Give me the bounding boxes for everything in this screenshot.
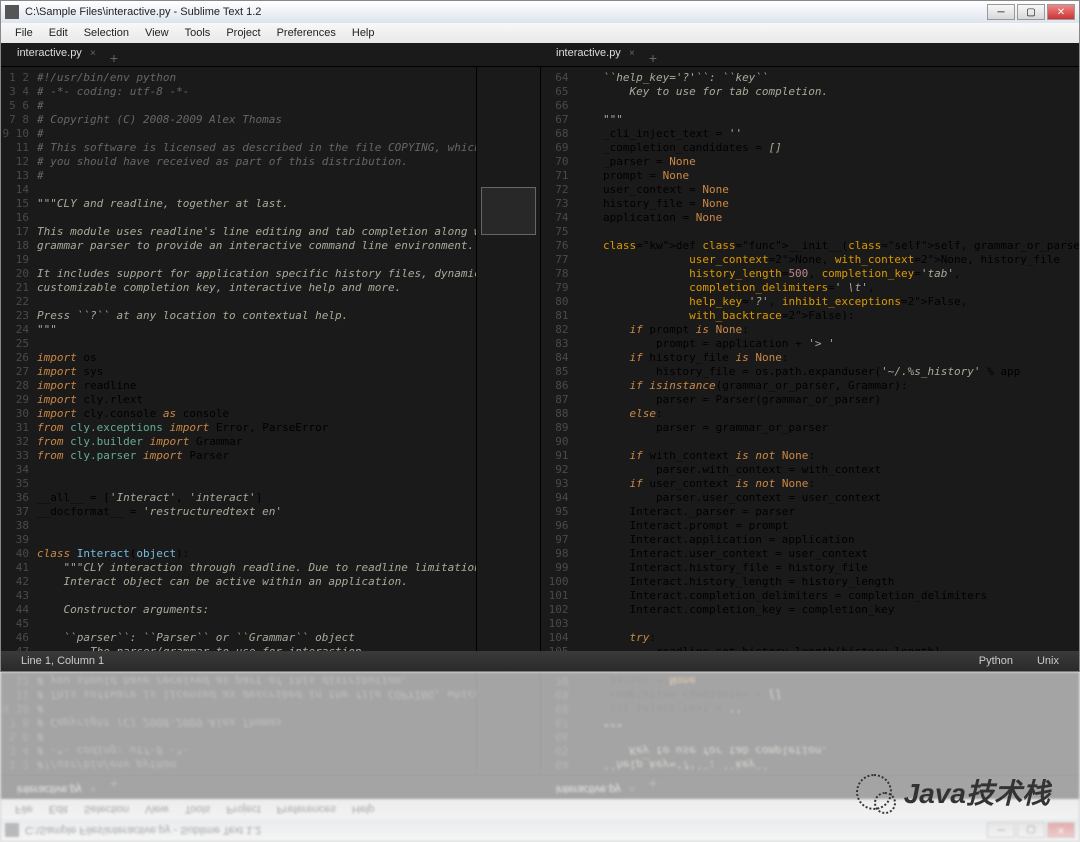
- tab-right-label: interactive.py: [556, 783, 621, 795]
- menu-edit[interactable]: Edit: [41, 803, 76, 815]
- code-right[interactable]: ``help_key='?'``: ``key`` Key to use for…: [577, 672, 1080, 775]
- tab-left-label: interactive.py: [17, 783, 82, 795]
- code-left[interactable]: #!/usr/bin/env python # -*- coding: utf-…: [37, 672, 476, 775]
- menu-edit[interactable]: Edit: [41, 27, 76, 39]
- tab-add-right[interactable]: +: [641, 776, 665, 792]
- menu-tools[interactable]: Tools: [177, 803, 219, 815]
- left-pane: 1 2 3 4 5 6 7 8 9 10 11 12 13 14 15 16 1…: [1, 672, 541, 775]
- tab-left[interactable]: interactive.py ×: [5, 44, 102, 66]
- wechat-icon: [856, 774, 892, 810]
- code-right[interactable]: ``help_key='?'``: ``key`` Key to use for…: [577, 67, 1080, 651]
- menu-preferences[interactable]: Preferences: [269, 27, 344, 39]
- window-title: C:\Sample Files\interactive.py - Sublime…: [25, 6, 987, 18]
- tab-add-left[interactable]: +: [102, 50, 126, 66]
- status-syntax[interactable]: Python: [967, 655, 1025, 667]
- menu-view[interactable]: View: [137, 803, 177, 815]
- menubar: File Edit Selection View Tools Project P…: [1, 23, 1079, 43]
- minimize-button[interactable]: ─: [987, 822, 1015, 838]
- app-icon: [5, 823, 19, 837]
- menu-preferences[interactable]: Preferences: [269, 803, 344, 815]
- menu-help[interactable]: Help: [344, 27, 383, 39]
- status-cursor[interactable]: Line 1, Column 1: [9, 655, 967, 667]
- editor-area: 1 2 3 4 5 6 7 8 9 10 11 12 13 14 15 16 1…: [1, 672, 1079, 775]
- close-button[interactable]: ✕: [1047, 4, 1075, 20]
- tab-close-icon[interactable]: ×: [629, 48, 635, 59]
- app-icon: [5, 5, 19, 19]
- tab-right-label: interactive.py: [556, 47, 621, 59]
- minimap-left[interactable]: [476, 67, 540, 651]
- menu-project[interactable]: Project: [218, 803, 268, 815]
- editor-area: 1 2 3 4 5 6 7 8 9 10 11 12 13 14 15 16 1…: [1, 67, 1079, 651]
- reflection: C:\Sample Files\interactive.py - Sublime…: [0, 672, 1080, 842]
- window-controls: ─ ▢ ✕: [987, 822, 1075, 838]
- tab-add-left[interactable]: +: [102, 776, 126, 792]
- gutter-left: 1 2 3 4 5 6 7 8 9 10 11 12 13 14 15 16 1…: [1, 672, 37, 775]
- watermark: Java技术栈: [856, 772, 1050, 812]
- gutter-left: 1 2 3 4 5 6 7 8 9 10 11 12 13 14 15 16 1…: [1, 67, 37, 651]
- menu-project[interactable]: Project: [218, 27, 268, 39]
- menu-file[interactable]: File: [7, 27, 41, 39]
- tab-add-right[interactable]: +: [641, 50, 665, 66]
- window-controls: ─ ▢ ✕: [987, 4, 1075, 20]
- menu-view[interactable]: View: [137, 27, 177, 39]
- code-left[interactable]: #!/usr/bin/env python # -*- coding: utf-…: [37, 67, 476, 651]
- right-pane: 64 65 66 67 68 69 70 71 72 73 74 75 76 7…: [541, 67, 1080, 651]
- menu-file[interactable]: File: [7, 803, 41, 815]
- tab-bar: interactive.py × + interactive.py × +: [1, 43, 1079, 67]
- left-pane: 1 2 3 4 5 6 7 8 9 10 11 12 13 14 15 16 1…: [1, 67, 541, 651]
- tab-right[interactable]: interactive.py ×: [544, 776, 641, 798]
- sublime-window: C:\Sample Files\interactive.py - Sublime…: [0, 672, 1080, 842]
- menu-selection[interactable]: Selection: [76, 27, 137, 39]
- tab-close-icon[interactable]: ×: [90, 48, 96, 59]
- gutter-right: 64 65 66 67 68 69 70 71 72 73 74 75 76 7…: [541, 67, 577, 651]
- tab-left[interactable]: interactive.py ×: [5, 776, 102, 798]
- watermark-text: Java技术栈: [904, 772, 1050, 812]
- right-pane: 64 65 66 67 68 69 70 71 72 73 74 75 76 7…: [541, 672, 1080, 775]
- menu-help[interactable]: Help: [344, 803, 383, 815]
- maximize-button[interactable]: ▢: [1017, 822, 1045, 838]
- tab-close-icon[interactable]: ×: [90, 783, 96, 794]
- sublime-window: C:\Sample Files\interactive.py - Sublime…: [0, 0, 1080, 672]
- window-title: C:\Sample Files\interactive.py - Sublime…: [25, 824, 987, 836]
- tab-right[interactable]: interactive.py ×: [544, 44, 641, 66]
- menu-tools[interactable]: Tools: [177, 27, 219, 39]
- status-lineend[interactable]: Unix: [1025, 655, 1071, 667]
- titlebar[interactable]: C:\Sample Files\interactive.py - Sublime…: [1, 1, 1079, 23]
- gutter-right: 64 65 66 67 68 69 70 71 72 73 74 75 76 7…: [541, 672, 577, 775]
- close-button[interactable]: ✕: [1047, 822, 1075, 838]
- minimap-viewport[interactable]: [481, 187, 536, 235]
- maximize-button[interactable]: ▢: [1017, 4, 1045, 20]
- tab-left-label: interactive.py: [17, 47, 82, 59]
- minimize-button[interactable]: ─: [987, 4, 1015, 20]
- titlebar[interactable]: C:\Sample Files\interactive.py - Sublime…: [1, 819, 1079, 841]
- statusbar: Line 1, Column 1 Python Unix: [1, 651, 1079, 671]
- tab-close-icon[interactable]: ×: [629, 783, 635, 794]
- minimap-left[interactable]: [476, 672, 540, 775]
- menu-selection[interactable]: Selection: [76, 803, 137, 815]
